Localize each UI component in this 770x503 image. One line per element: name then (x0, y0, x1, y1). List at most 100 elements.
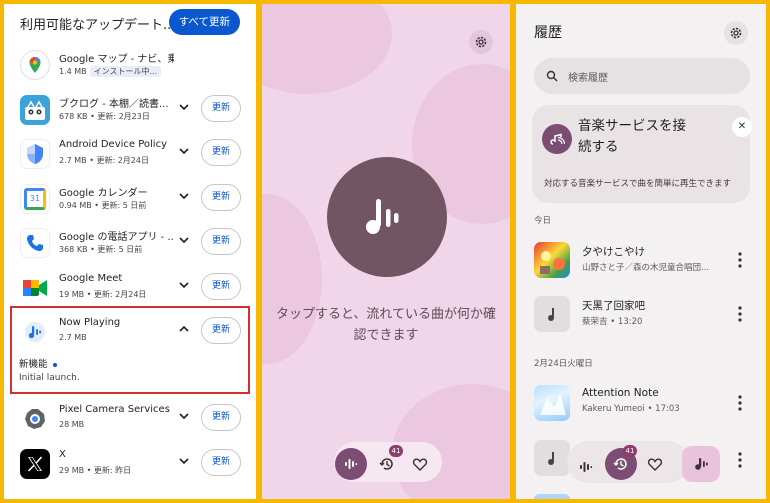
background-blob (262, 4, 392, 94)
install-status-chip: インストール中... (89, 66, 162, 77)
now-playing-logo-icon (366, 199, 399, 234)
play-store-updates-panel: 利用可能なアップデート... すべて更新 Google マップ - ナビ、乗換案… (4, 4, 256, 499)
new-dot-icon (52, 362, 57, 367)
music-note-placeholder-icon (534, 440, 570, 476)
chevron-down-icon[interactable] (178, 234, 190, 246)
song-artist: 蔡荣吉 • 13:20 (582, 317, 643, 327)
app-name: X (59, 449, 66, 460)
app-row-x[interactable]: X 29 MB • 更新: 昨日 更新 (4, 443, 256, 487)
history-title: 履歴 (534, 25, 562, 41)
more-vert-icon[interactable] (736, 393, 744, 413)
app-meta: 29 MB • 更新: 昨日 (59, 466, 132, 475)
app-row-google-phone[interactable]: Google の電話アプリ - ... 368 KB • 更新: 5 日前 更新 (4, 222, 256, 266)
app-row-camera-services[interactable]: Pixel Camera Services 28 MB 更新 (4, 398, 256, 442)
updates-header: 利用可能なアップデート... すべて更新 (4, 4, 256, 42)
album-art (534, 242, 570, 278)
app-name: Android Device Policy (59, 139, 167, 150)
music-service-icon (542, 124, 572, 154)
app-name: Google の電話アプリ - ... (59, 232, 174, 243)
booklog-icon (20, 95, 50, 125)
close-icon[interactable]: ✕ (732, 117, 752, 137)
app-row-now-playing[interactable]: Now Playing 2.7 MB 更新 (4, 311, 256, 355)
update-button[interactable]: 更新 (201, 95, 241, 122)
search-icon (546, 70, 558, 82)
app-name: Now Playing (59, 317, 121, 328)
history-count-badge: 41 (389, 445, 403, 457)
music-note-placeholder-icon (534, 296, 570, 332)
app-meta: 368 KB • 更新: 5 日前 (59, 245, 143, 254)
more-vert-icon[interactable] (736, 450, 744, 470)
app-meta: 28 MB (59, 420, 85, 429)
album-art (534, 494, 570, 499)
song-title: 天黑了回家吧 (582, 300, 645, 312)
settings-gear-icon[interactable] (469, 30, 493, 54)
song-title: 夕やけこやけ (582, 246, 645, 258)
update-button[interactable]: 更新 (201, 228, 241, 255)
app-meta: 2.7 MB (59, 333, 87, 342)
app-meta: 1.4 MB インストール中... (59, 66, 162, 77)
more-vert-icon[interactable] (736, 250, 744, 270)
update-button[interactable]: 更新 (201, 184, 241, 211)
connect-card-title: 音楽サービスを接続する (578, 118, 686, 155)
nav-favorites-heart-icon[interactable] (410, 454, 430, 474)
app-row-device-policy[interactable]: Android Device Policy 2.7 MB • 更新: 2月24日… (4, 133, 256, 177)
app-row-google-maps[interactable]: Google マップ - ナビ、乗換案内 1.4 MBインストール中... (4, 44, 256, 88)
chevron-down-icon[interactable] (178, 455, 190, 467)
update-button[interactable]: 更新 (201, 404, 241, 431)
update-button[interactable]: 更新 (201, 139, 241, 166)
google-maps-icon (20, 50, 50, 80)
app-name: Google マップ - ナビ、乗換案内 (59, 54, 174, 65)
history-song-item[interactable]: 夕やけこやけ 山野さと子／森の木児童合唱団... (516, 242, 766, 282)
album-art (534, 385, 570, 421)
app-row-google-calendar[interactable]: 31 Google カレンダー 0.94 MB • 更新: 5 日前 更新 (4, 178, 256, 222)
song-title: Attention Note (582, 387, 659, 399)
chevron-down-icon[interactable] (178, 145, 190, 157)
nav-favorites-heart-icon[interactable] (645, 454, 665, 474)
history-panel: 履歴 検索履歴 音楽サービスを接続する ✕ 対応する音楽サービスで曲を簡単に再生… (516, 4, 766, 499)
history-song-item[interactable]: 天黑了回家吧 蔡荣吉 • 13:20 (516, 296, 766, 336)
history-song-item[interactable]: Attention Note Kakeru Yumeoi • 17:03 (516, 385, 766, 425)
calendar-day: 31 (24, 188, 46, 210)
recognize-song-button[interactable] (327, 157, 447, 277)
update-button[interactable]: 更新 (201, 273, 241, 300)
tap-instruction-text: タップすると、流れている曲が何か確認できます (275, 307, 497, 343)
update-button[interactable]: 更新 (201, 317, 241, 344)
chevron-up-icon[interactable] (178, 323, 190, 335)
song-artist: Kakeru Yumeoi • 17:03 (582, 404, 680, 414)
app-size: 1.4 MB (59, 67, 87, 76)
song-artist: 山野さと子／森の木児童合唱団... (582, 263, 710, 273)
phone-icon (20, 228, 50, 258)
history-search-input[interactable] (534, 58, 750, 94)
app-name: Pixel Camera Services (59, 404, 170, 415)
nav-now-playing-icon[interactable] (335, 448, 367, 480)
app-name: Google カレンダー (59, 188, 148, 199)
camera-services-icon (20, 404, 50, 434)
connect-card-subtitle: 対応する音楽サービスで曲を簡単に再生できます (544, 179, 732, 189)
whats-new-label: 新機能 (19, 356, 57, 370)
chevron-down-icon[interactable] (178, 279, 190, 291)
device-policy-icon (20, 139, 50, 169)
more-vert-icon[interactable] (736, 304, 744, 324)
chevron-down-icon[interactable] (178, 190, 190, 202)
nav-history-icon[interactable] (377, 454, 397, 474)
app-meta: 2.7 MB • 更新: 2月24日 (59, 156, 149, 165)
whats-new-text: 新機能 (19, 359, 48, 370)
update-button[interactable]: 更新 (201, 449, 241, 476)
nav-now-playing-icon[interactable] (576, 457, 596, 477)
chevron-down-icon[interactable] (178, 410, 190, 422)
app-name: ブクログ - 本棚／読書... (59, 99, 169, 110)
app-row-google-meet[interactable]: Google Meet 19 MB • 更新: 2月24日 更新 (4, 267, 256, 311)
now-playing-fab-icon[interactable] (682, 446, 720, 482)
meet-icon (20, 273, 50, 303)
release-notes: Initial launch. (19, 373, 80, 383)
section-label-today: 今日 (534, 216, 552, 226)
chevron-down-icon[interactable] (178, 101, 190, 113)
app-meta: 0.94 MB • 更新: 5 日前 (59, 201, 147, 210)
history-count-badge: 41 (623, 445, 637, 457)
section-label-date: 2月24日火曜日 (534, 359, 593, 369)
now-playing-icon (20, 317, 50, 347)
app-meta: 19 MB • 更新: 2月24日 (59, 290, 147, 299)
update-all-button[interactable]: すべて更新 (168, 9, 240, 35)
settings-gear-icon[interactable] (724, 21, 748, 45)
app-row-booklog[interactable]: ブクログ - 本棚／読書... 678 KB • 更新: 2月23日 更新 (4, 89, 256, 133)
